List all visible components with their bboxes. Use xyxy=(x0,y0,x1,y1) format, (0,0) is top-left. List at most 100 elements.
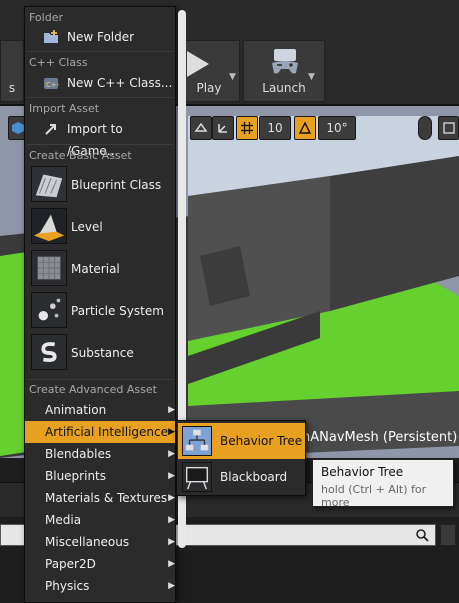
artificial-intelligence-submenu-item[interactable]: Artificial Intelligence ▶ xyxy=(25,421,175,443)
scale-snap-toggle[interactable] xyxy=(418,116,432,140)
artificial-intelligence-label: Artificial Intelligence xyxy=(45,425,168,439)
substance-icon xyxy=(31,334,67,370)
play-icon xyxy=(187,51,209,77)
blendables-label: Blendables xyxy=(45,447,112,461)
toolbar-button-partial-label: s xyxy=(8,81,16,95)
chevron-right-icon: ▶ xyxy=(168,581,175,591)
separator xyxy=(27,379,173,380)
new-cpp-class-label: New C++ Class... xyxy=(67,76,173,90)
behavior-tree-icon xyxy=(182,426,212,456)
cube-icon xyxy=(12,122,24,134)
artificial-intelligence-submenu: Behavior Tree Blackboard xyxy=(176,420,306,496)
material-label: Material xyxy=(71,262,120,276)
section-header-folder: Folder xyxy=(29,11,63,24)
blueprint-class-label: Blueprint Class xyxy=(71,178,162,192)
materials-textures-label: Materials & Textures xyxy=(45,491,168,505)
chevron-right-icon: ▶ xyxy=(168,515,175,525)
import-arrow-icon xyxy=(45,124,56,135)
launch-button-label: Launch xyxy=(262,81,306,95)
gamepad-icon xyxy=(272,49,298,74)
play-button[interactable]: Play xyxy=(178,40,240,102)
svg-text:C++: C++ xyxy=(46,81,59,89)
section-header-import-asset: Import Asset xyxy=(29,102,100,115)
chevron-right-icon: ▶ xyxy=(168,471,175,481)
search-icon xyxy=(416,529,429,542)
rotation-snap-value[interactable]: 10° xyxy=(318,116,356,140)
animation-submenu-item[interactable]: Animation ▶ xyxy=(25,399,175,421)
chevron-right-icon: ▶ xyxy=(168,559,175,569)
blueprint-class-menu-item[interactable]: Blueprint Class xyxy=(25,165,175,205)
separator xyxy=(27,51,173,52)
blackboard-label: Blackboard xyxy=(220,470,288,484)
blackboard-icon xyxy=(182,462,212,492)
section-header-create-basic-asset: Create Basic Asset xyxy=(29,149,132,162)
new-cpp-class-menu-item[interactable]: C++ New C++ Class... xyxy=(25,72,175,94)
grid-snap-value[interactable]: 10 xyxy=(259,116,291,140)
launch-button[interactable]: Launch xyxy=(243,40,325,102)
viewport-maximize-button[interactable] xyxy=(438,116,459,140)
play-button-label: Play xyxy=(196,81,222,95)
level-label: Level xyxy=(71,220,103,234)
blueprints-submenu-item[interactable]: Blueprints ▶ xyxy=(25,465,175,487)
level-icon xyxy=(31,208,67,244)
launch-options-chevron-icon[interactable]: ▼ xyxy=(308,72,315,82)
paper2d-submenu-item[interactable]: Paper2D ▶ xyxy=(25,553,175,575)
new-folder-icon xyxy=(44,30,58,43)
rotation-snap-value-label: 10° xyxy=(326,121,348,135)
surface-snap-button[interactable] xyxy=(190,116,212,140)
level-name-label: nANavMesh (Persistent) xyxy=(302,430,458,445)
import-menu-item[interactable]: Import to /Game... xyxy=(25,118,175,158)
material-icon xyxy=(31,250,67,286)
level-menu-item[interactable]: Level xyxy=(25,207,175,247)
maximize-icon xyxy=(442,122,455,134)
toolbar-button-partial[interactable]: s xyxy=(0,40,24,102)
filter-options-button[interactable] xyxy=(440,524,456,546)
particle-system-label: Particle System xyxy=(71,304,164,318)
blueprint-class-icon xyxy=(31,166,67,202)
media-label: Media xyxy=(45,513,82,527)
transform-axis-icon xyxy=(218,124,227,133)
materials-textures-submenu-item[interactable]: Materials & Textures ▶ xyxy=(25,487,175,509)
grid-icon xyxy=(241,122,253,134)
substance-menu-item[interactable]: Substance xyxy=(25,333,175,373)
chevron-right-icon: ▶ xyxy=(168,493,175,503)
grid-snap-value-label: 10 xyxy=(267,121,283,135)
surface-snap-icon xyxy=(194,122,208,132)
blendables-submenu-item[interactable]: Blendables ▶ xyxy=(25,443,175,465)
new-folder-label: New Folder xyxy=(67,30,135,44)
behavior-tree-menu-item[interactable]: Behavior Tree xyxy=(178,423,305,459)
chevron-right-icon: ▶ xyxy=(168,449,175,459)
physics-label: Physics xyxy=(45,579,90,593)
world-local-toggle-button[interactable] xyxy=(212,116,234,140)
blueprints-label: Blueprints xyxy=(45,469,107,483)
physics-submenu-item[interactable]: Physics ▶ xyxy=(25,575,175,597)
new-folder-menu-item[interactable]: New Folder xyxy=(25,26,175,48)
tooltip-hint: hold (Ctrl + Alt) for more xyxy=(321,483,427,509)
particle-system-menu-item[interactable]: Particle System xyxy=(25,291,175,331)
miscellaneous-label: Miscellaneous xyxy=(45,535,130,549)
behavior-tree-label: Behavior Tree xyxy=(220,434,303,448)
grid-snap-toggle[interactable] xyxy=(236,116,258,140)
animation-label: Animation xyxy=(45,403,107,417)
play-options-chevron-icon[interactable]: ▼ xyxy=(229,72,236,82)
chevron-right-icon: ▶ xyxy=(168,405,175,415)
separator xyxy=(27,144,173,145)
substance-label: Substance xyxy=(71,346,134,360)
chevron-right-icon: ▶ xyxy=(168,537,175,547)
separator xyxy=(27,97,173,98)
material-menu-item[interactable]: Material xyxy=(25,249,175,289)
paper2d-label: Paper2D xyxy=(45,557,96,571)
rotation-angle-icon xyxy=(298,121,312,134)
section-header-create-advanced-asset: Create Advanced Asset xyxy=(29,383,157,396)
media-submenu-item[interactable]: Media ▶ xyxy=(25,509,175,531)
chevron-right-icon: ▶ xyxy=(168,427,175,437)
particle-system-icon xyxy=(31,292,67,328)
add-new-context-menu: Folder New Folder C++ Class C++ New C++ … xyxy=(24,6,176,603)
tooltip-title: Behavior Tree xyxy=(321,465,404,479)
miscellaneous-submenu-item[interactable]: Miscellaneous ▶ xyxy=(25,531,175,553)
cpp-class-icon: C++ xyxy=(44,78,59,89)
blackboard-menu-item[interactable]: Blackboard xyxy=(178,459,305,495)
section-header-cpp-class: C++ Class xyxy=(29,56,88,69)
rotation-snap-toggle[interactable] xyxy=(294,116,316,140)
behavior-tree-tooltip: Behavior Tree hold (Ctrl + Alt) for more xyxy=(312,459,454,509)
